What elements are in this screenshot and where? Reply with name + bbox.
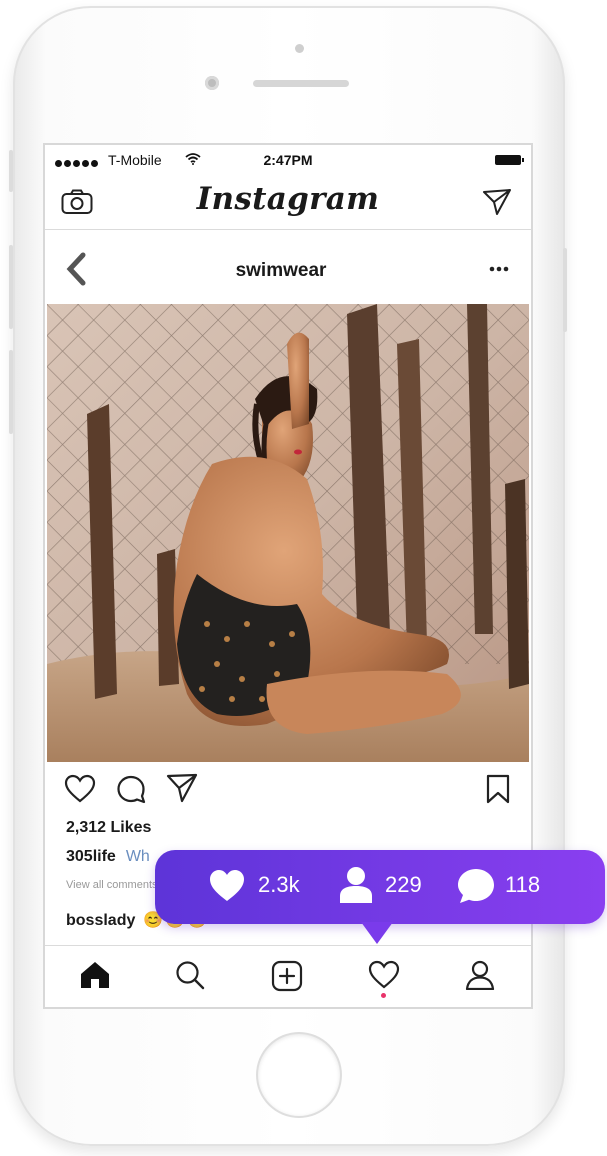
- heart-icon[interactable]: [64, 774, 96, 804]
- likes-stat: 2.3k: [258, 872, 300, 897]
- heart-filled-icon: [210, 870, 244, 901]
- comment-filled-icon: [458, 869, 494, 903]
- home-icon[interactable]: [79, 960, 111, 990]
- status-bar: T-Mobile 2:47PM: [45, 145, 531, 175]
- search-icon[interactable]: [175, 960, 205, 990]
- volume-down-button[interactable]: [9, 350, 13, 434]
- user-icon: [340, 867, 372, 903]
- volume-up-button[interactable]: [9, 245, 13, 329]
- stats-popup: 2.3k 229 118: [155, 850, 605, 924]
- send-icon[interactable]: [482, 188, 512, 216]
- stats-popup-pointer: [361, 922, 393, 944]
- caption-text: Wh: [125, 848, 150, 865]
- comment-username[interactable]: bosslady: [66, 912, 135, 929]
- post-actions: [45, 765, 531, 815]
- comment-icon[interactable]: [116, 774, 146, 804]
- bookmark-icon[interactable]: [486, 774, 510, 804]
- mute-switch[interactable]: [9, 150, 13, 192]
- comments-stat: 118: [505, 872, 541, 897]
- home-button[interactable]: [258, 1034, 340, 1116]
- more-icon[interactable]: [489, 266, 509, 272]
- activity-icon[interactable]: [368, 960, 400, 990]
- add-icon[interactable]: [271, 960, 303, 992]
- earpiece-speaker: [253, 80, 349, 87]
- post-header: swimwear: [45, 230, 531, 304]
- power-button[interactable]: [563, 248, 567, 332]
- post-username[interactable]: swimwear: [45, 260, 517, 282]
- view-all-comments-link[interactable]: View all comments: [66, 879, 158, 891]
- instagram-logo: Instagram: [196, 181, 380, 217]
- share-icon[interactable]: [166, 773, 198, 803]
- caption-username[interactable]: 305life: [66, 848, 116, 865]
- app-header: Instagram: [45, 175, 531, 230]
- clock: 2:47PM: [263, 152, 313, 168]
- front-camera: [205, 76, 219, 90]
- profile-icon[interactable]: [465, 960, 495, 990]
- followers-stat: 229: [385, 872, 422, 897]
- likes-count[interactable]: 2,312 Likes: [66, 819, 151, 837]
- post-photo[interactable]: [47, 304, 529, 762]
- battery-icon: [495, 155, 524, 165]
- bottom-tab-bar: [45, 945, 531, 1007]
- proximity-sensor: [295, 44, 304, 53]
- notification-dot: [381, 993, 386, 998]
- caption-row: 305life Wh: [66, 848, 150, 866]
